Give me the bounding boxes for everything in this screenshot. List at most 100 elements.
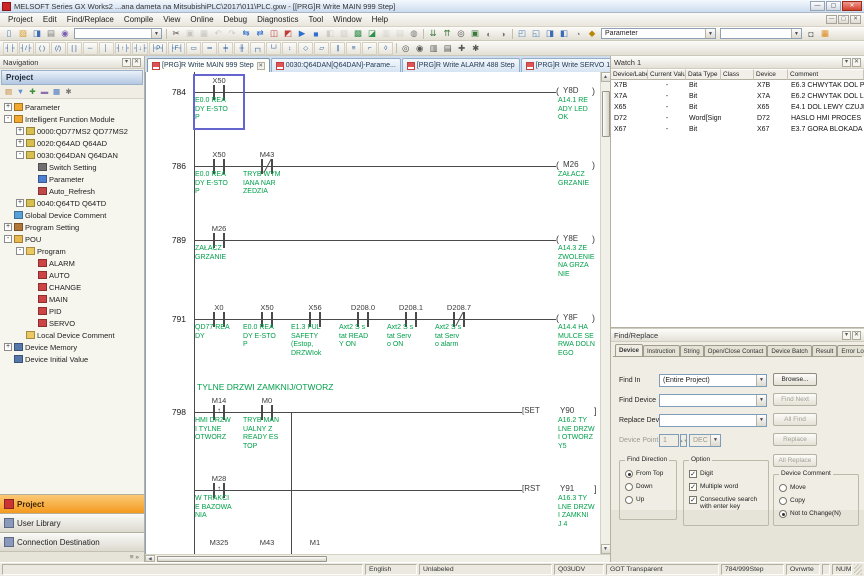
new-project-icon[interactable]: ▯ bbox=[3, 28, 16, 40]
watch-column-header[interactable]: Current Value bbox=[648, 69, 686, 80]
tree-item-pou[interactable]: -POU bbox=[0, 233, 144, 245]
find-device-icon[interactable]: ◎ bbox=[455, 28, 468, 40]
tree-item-parameter[interactable]: +Parameter bbox=[0, 101, 144, 113]
pin-icon[interactable]: ▾ bbox=[122, 58, 131, 67]
chevron-down-icon[interactable]: ▼ bbox=[756, 395, 766, 406]
device-point-field[interactable]: 1 bbox=[659, 434, 679, 447]
undo-icon[interactable]: ↶ bbox=[212, 28, 225, 40]
radio-icon[interactable] bbox=[625, 483, 633, 491]
watch-column-header[interactable]: Device bbox=[754, 69, 788, 80]
tree-item-main[interactable]: MAIN bbox=[0, 293, 144, 305]
options-icon[interactable]: ◍ bbox=[408, 28, 421, 40]
cut-icon[interactable]: ✂ bbox=[170, 28, 183, 40]
tree-item-pid[interactable]: PID bbox=[0, 305, 144, 317]
checkbox-icon[interactable]: ✓ bbox=[689, 496, 697, 504]
ladder-symbol-button-4[interactable]: [ ] bbox=[67, 42, 82, 55]
close-button[interactable]: ✕ bbox=[842, 1, 862, 11]
statement-icon[interactable]: ◐ bbox=[483, 28, 496, 40]
ladder-view-button-0[interactable]: ◎ bbox=[399, 42, 412, 54]
open-project-icon[interactable]: ▨ bbox=[17, 28, 30, 40]
device-point-spinner[interactable]: ▲▼ bbox=[680, 434, 687, 447]
tree-expander-icon[interactable]: + bbox=[16, 199, 24, 207]
tree-expander-icon[interactable]: - bbox=[16, 247, 24, 255]
ladder-output-Y91[interactable]: Y91 bbox=[560, 484, 574, 493]
tree-item-device-memory[interactable]: +Device Memory bbox=[0, 341, 144, 353]
ladder-output-Y90[interactable]: Y90 bbox=[560, 406, 574, 415]
radio-icon[interactable] bbox=[779, 510, 787, 518]
tree-expander-icon[interactable]: - bbox=[4, 115, 12, 123]
start-monitor-icon[interactable]: ▶ bbox=[296, 28, 309, 40]
save-project-icon[interactable]: ◨ bbox=[31, 28, 44, 40]
note-icon[interactable]: ◑ bbox=[497, 28, 510, 40]
watch-row[interactable]: D72-Word[Sign...D72HASLO HMI PROCES bbox=[611, 113, 864, 124]
mdi-minimize-icon[interactable]: — bbox=[826, 15, 837, 24]
chevron-down-icon[interactable]: ▼ bbox=[791, 29, 801, 38]
ladder-symbol-button-0[interactable]: ┤├ bbox=[3, 42, 18, 55]
ladder-logic-test-icon[interactable]: ▥ bbox=[380, 28, 393, 40]
build-icon[interactable]: ▩ bbox=[352, 28, 365, 40]
nav-settings-icon[interactable]: ✱ bbox=[63, 86, 74, 97]
tab-close-icon[interactable]: ✕ bbox=[257, 62, 265, 70]
tree-item-alarm[interactable]: ALARM bbox=[0, 257, 144, 269]
tree-expander-icon[interactable]: + bbox=[4, 343, 12, 351]
close-icon[interactable]: ✕ bbox=[132, 58, 141, 67]
device-list-icon[interactable]: ⇈ bbox=[441, 28, 454, 40]
find-device-combo[interactable]: ▼ bbox=[659, 394, 767, 407]
ladder-symbol-button-10[interactable]: ├F┤ bbox=[168, 42, 185, 55]
ladder-contact-X56[interactable]: X56 bbox=[290, 303, 340, 312]
nav-add-icon[interactable]: ✚ bbox=[27, 86, 38, 97]
rebuild-all-icon[interactable]: ◪ bbox=[366, 28, 379, 40]
project-window-icon[interactable]: ◰ bbox=[516, 28, 529, 40]
ladder-symbol-button-20[interactable]: ∥ bbox=[330, 42, 345, 55]
tree-item-local-device-comment[interactable]: Local Device Comment bbox=[0, 329, 144, 341]
ladder-contact-M325[interactable]: M325 bbox=[194, 538, 244, 547]
ladder-symbol-button-9[interactable]: ├P┤ bbox=[149, 42, 167, 55]
docking-save-icon[interactable]: ◨ bbox=[544, 28, 557, 40]
radio-from-top[interactable]: From Top bbox=[625, 470, 663, 478]
document-tab[interactable]: [PRG]R Write SERVO 1134 Step bbox=[521, 58, 610, 72]
radio-icon[interactable] bbox=[779, 497, 787, 505]
menu-diagnostics[interactable]: Diagnostics bbox=[252, 14, 303, 25]
chevron-down-icon[interactable]: ▼ bbox=[756, 375, 766, 386]
ladder-symbol-button-17[interactable]: ↕ bbox=[282, 42, 297, 55]
ladder-symbol-button-23[interactable]: ◊ bbox=[378, 42, 393, 55]
vertical-scroll-thumb[interactable] bbox=[602, 91, 610, 137]
minimize-button[interactable]: — bbox=[810, 1, 825, 11]
tree-item-0040-q64td-q64td[interactable]: +0040:Q64TD Q64TD bbox=[0, 197, 144, 209]
ladder-contact-M14[interactable]: M14 bbox=[194, 396, 244, 405]
pin-icon[interactable]: ▾ bbox=[842, 331, 851, 340]
nav-view-icon[interactable]: ▦ bbox=[51, 86, 62, 97]
menu-help[interactable]: Help bbox=[367, 14, 393, 25]
tree-expander-icon[interactable]: - bbox=[4, 235, 12, 243]
menu-findreplace[interactable]: Find/Replace bbox=[62, 14, 119, 25]
ladder-coil-M26[interactable]: M26 bbox=[563, 160, 579, 169]
tree-item-parameter[interactable]: Parameter bbox=[0, 173, 144, 185]
ladder-coil-Y8D[interactable]: Y8D bbox=[563, 86, 579, 95]
mdi-close-icon[interactable]: ✕ bbox=[850, 15, 861, 24]
device-point-unit-combo[interactable]: DEC▼ bbox=[689, 434, 721, 447]
ladder-symbol-button-11[interactable]: ▭ bbox=[186, 42, 201, 55]
device-combo[interactable]: ▼ bbox=[720, 28, 802, 39]
device-comment-icon[interactable]: ▣ bbox=[469, 28, 482, 40]
checkbox-icon[interactable]: ✓ bbox=[689, 470, 697, 478]
redo-icon[interactable]: ↷ bbox=[226, 28, 239, 40]
document-tab[interactable]: [PRG]R Write MAIN 999 Step✕ bbox=[147, 58, 270, 72]
horizontal-scroll-thumb[interactable] bbox=[157, 556, 327, 562]
find-next-button[interactable]: Find Next bbox=[773, 393, 817, 406]
chevron-down-icon[interactable]: ▼ bbox=[710, 435, 720, 446]
watch-column-header[interactable]: Device/Label bbox=[611, 69, 648, 80]
nav-new-icon[interactable]: ▤ bbox=[3, 86, 14, 97]
menu-view[interactable]: View bbox=[158, 14, 185, 25]
menu-debug[interactable]: Debug bbox=[219, 14, 253, 25]
ladder-view-button-5[interactable]: ✱ bbox=[469, 42, 482, 54]
chevron-down-icon[interactable]: ▼ bbox=[756, 415, 766, 426]
menu-project[interactable]: Project bbox=[3, 14, 38, 25]
ladder-contact-M26[interactable]: M26 bbox=[194, 224, 244, 233]
ladder-symbol-button-7[interactable]: ┤↑├ bbox=[115, 42, 131, 55]
tree-expander-icon[interactable]: + bbox=[4, 103, 12, 111]
paste-icon[interactable]: ▦ bbox=[198, 28, 211, 40]
ladder-symbol-button-19[interactable]: ▱ bbox=[314, 42, 329, 55]
ladder-contact-M0[interactable]: M0 bbox=[242, 396, 292, 405]
view-button-project[interactable]: Project bbox=[0, 494, 144, 513]
ladder-symbol-button-22[interactable]: ⌐ bbox=[362, 42, 377, 55]
